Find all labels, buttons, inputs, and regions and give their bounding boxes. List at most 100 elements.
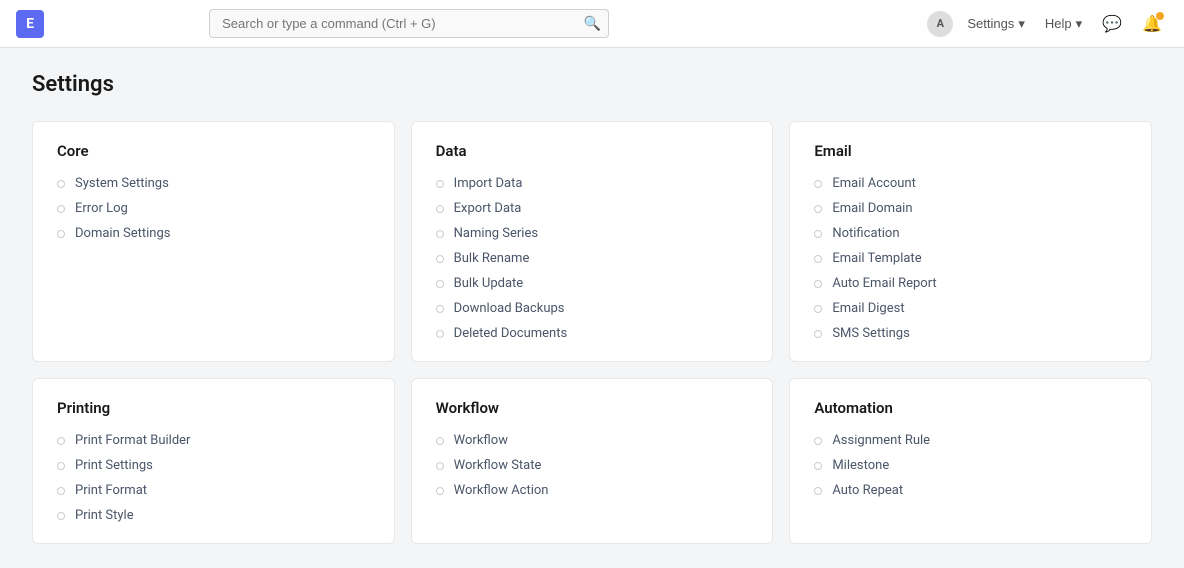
card-title-workflow: Workflow: [436, 399, 749, 417]
card-data: Data Import Data Export Data Naming Series B…: [411, 121, 774, 362]
list-item[interactable]: Naming Series: [436, 226, 749, 241]
list-item[interactable]: Download Backups: [436, 301, 749, 316]
help-label: Help: [1045, 16, 1072, 31]
card-title-core: Core: [57, 142, 370, 160]
item-label: SMS Settings: [832, 326, 909, 341]
navbar-right: A Settings ▾ Help ▾ 💬 🔔: [927, 10, 1168, 38]
card-email: EmailEmail AccountEmail DomainNotificati…: [789, 121, 1152, 362]
card-items-email: Email Account Email Domain Notification Ema…: [814, 176, 1127, 341]
item-label: Bulk Rename: [454, 251, 530, 266]
item-dot-icon: [436, 205, 444, 213]
page-title: Settings: [32, 72, 1152, 97]
item-label: Download Backups: [454, 301, 565, 316]
item-label: System Settings: [75, 176, 169, 191]
list-item[interactable]: Print Settings: [57, 458, 370, 473]
notification-dot: [1156, 12, 1164, 20]
item-label: Print Format: [75, 483, 147, 498]
chevron-down-icon: ▾: [1076, 16, 1083, 32]
card-items-automation: Assignment Rule Milestone Auto Repeat: [814, 433, 1127, 498]
item-dot-icon: [814, 205, 822, 213]
list-item[interactable]: Deleted Documents: [436, 326, 749, 341]
list-item[interactable]: Error Log: [57, 201, 370, 216]
settings-button[interactable]: Settings ▾: [961, 12, 1031, 36]
item-dot-icon: [436, 280, 444, 288]
settings-label: Settings: [967, 16, 1014, 31]
item-label: Print Style: [75, 508, 134, 523]
item-label: Workflow State: [454, 458, 542, 473]
item-dot-icon: [814, 230, 822, 238]
list-item[interactable]: Print Format Builder: [57, 433, 370, 448]
list-item[interactable]: Email Digest: [814, 301, 1127, 316]
card-automation: Automation Assignment Rule Milestone Auto R…: [789, 378, 1152, 544]
item-label: Print Settings: [75, 458, 153, 473]
item-label: Import Data: [454, 176, 523, 191]
item-dot-icon: [814, 305, 822, 313]
list-item[interactable]: Print Format: [57, 483, 370, 498]
notification-button[interactable]: 🔔: [1136, 10, 1168, 38]
list-item[interactable]: Workflow State: [436, 458, 749, 473]
card-items-workflow: Workflow Workflow State Workflow Action: [436, 433, 749, 498]
item-dot-icon: [436, 255, 444, 263]
card-items-data: Import Data Export Data Naming Series Bulk …: [436, 176, 749, 341]
list-item[interactable]: Email Account: [814, 176, 1127, 191]
list-item[interactable]: Import Data: [436, 176, 749, 191]
item-dot-icon: [57, 512, 65, 520]
search-input[interactable]: [209, 9, 609, 38]
list-item[interactable]: Milestone: [814, 458, 1127, 473]
list-item[interactable]: Domain Settings: [57, 226, 370, 241]
avatar[interactable]: A: [927, 11, 953, 37]
list-item[interactable]: Workflow Action: [436, 483, 749, 498]
navbar: E 🔍 A Settings ▾ Help ▾ 💬 🔔: [0, 0, 1184, 48]
item-dot-icon: [436, 462, 444, 470]
main-content: Settings Core System Settings Error Log Dom…: [0, 48, 1184, 568]
item-dot-icon: [814, 280, 822, 288]
card-items-core: System Settings Error Log Domain Settings: [57, 176, 370, 241]
item-dot-icon: [814, 180, 822, 188]
chat-button[interactable]: 💬: [1096, 10, 1128, 38]
item-dot-icon: [436, 180, 444, 188]
help-button[interactable]: Help ▾: [1039, 12, 1088, 36]
card-core: Core System Settings Error Log Domain Setti…: [32, 121, 395, 362]
item-label: Naming Series: [454, 226, 538, 241]
item-label: Bulk Update: [454, 276, 524, 291]
card-title-data: Data: [436, 142, 749, 160]
item-label: Assignment Rule: [832, 433, 930, 448]
item-label: Notification: [832, 226, 899, 241]
list-item[interactable]: System Settings: [57, 176, 370, 191]
item-dot-icon: [57, 462, 65, 470]
item-dot-icon: [436, 230, 444, 238]
item-label: Email Domain: [832, 201, 912, 216]
item-dot-icon: [436, 330, 444, 338]
list-item[interactable]: Bulk Rename: [436, 251, 749, 266]
app-logo[interactable]: E: [16, 10, 44, 38]
card-workflow: Workflow Workflow Workflow State Workflow A…: [411, 378, 774, 544]
list-item[interactable]: Email Domain: [814, 201, 1127, 216]
item-label: Auto Repeat: [832, 483, 903, 498]
item-dot-icon: [57, 487, 65, 495]
card-title-printing: Printing: [57, 399, 370, 417]
list-item[interactable]: Bulk Update: [436, 276, 749, 291]
item-dot-icon: [57, 437, 65, 445]
item-dot-icon: [814, 330, 822, 338]
card-items-printing: Print Format Builder Print Settings Print …: [57, 433, 370, 523]
list-item[interactable]: Auto Repeat: [814, 483, 1127, 498]
item-label: Milestone: [832, 458, 889, 473]
list-item[interactable]: SMS Settings: [814, 326, 1127, 341]
item-label: Deleted Documents: [454, 326, 568, 341]
list-item[interactable]: Email Template: [814, 251, 1127, 266]
list-item[interactable]: Export Data: [436, 201, 749, 216]
search-icon: 🔍: [584, 16, 601, 32]
card-title-automation: Automation: [814, 399, 1127, 417]
item-label: Workflow: [454, 433, 508, 448]
item-label: Error Log: [75, 201, 128, 216]
item-dot-icon: [436, 305, 444, 313]
list-item[interactable]: Notification: [814, 226, 1127, 241]
list-item[interactable]: Workflow: [436, 433, 749, 448]
list-item[interactable]: Assignment Rule: [814, 433, 1127, 448]
list-item[interactable]: Print Style: [57, 508, 370, 523]
list-item[interactable]: Auto Email Report: [814, 276, 1127, 291]
item-label: Email Digest: [832, 301, 904, 316]
item-dot-icon: [57, 230, 65, 238]
item-dot-icon: [436, 487, 444, 495]
item-dot-icon: [814, 255, 822, 263]
